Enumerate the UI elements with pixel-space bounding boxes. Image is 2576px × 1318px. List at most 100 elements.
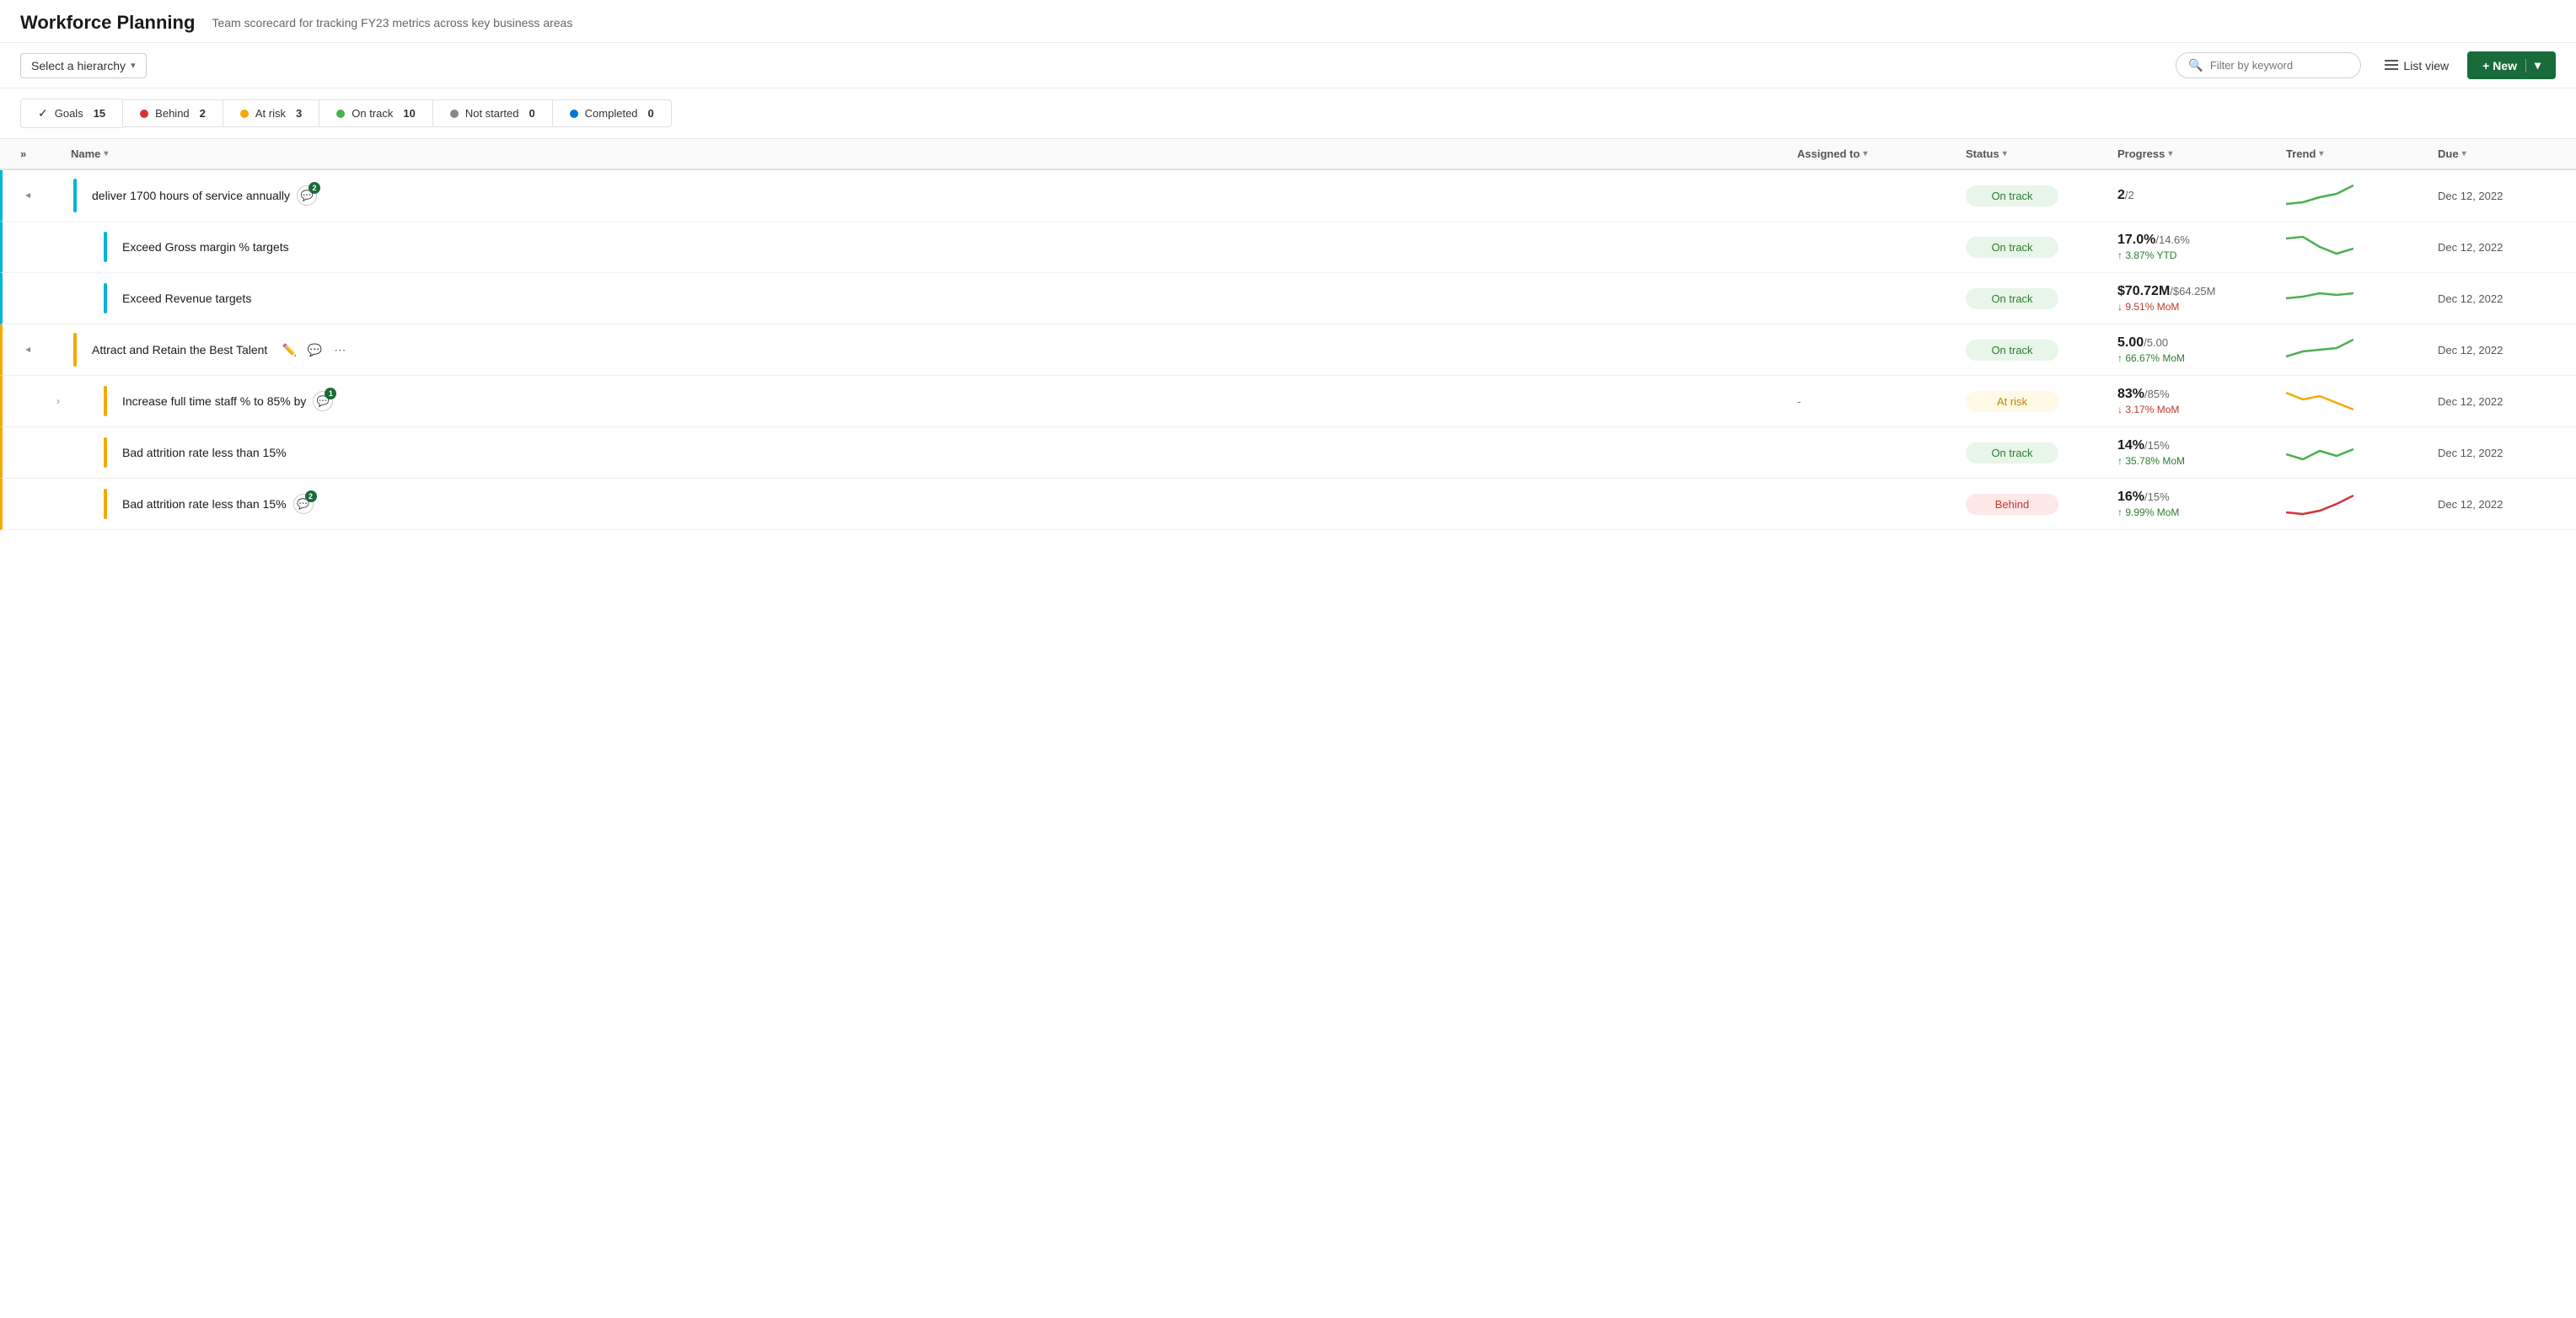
search-input[interactable]: [2210, 59, 2345, 72]
trend-sparkline: [2286, 333, 2353, 367]
progress-cell: 5.00/5.00 ↑ 66.67% MoM: [2117, 335, 2286, 364]
progress-cell: 16%/15% ↑ 9.99% MoM: [2117, 490, 2286, 518]
th-due[interactable]: Due ▾: [2438, 147, 2556, 160]
status-not-started[interactable]: Not started 0: [432, 99, 552, 127]
progress-target: /$64.25M: [2170, 285, 2215, 297]
list-view-label: List view: [2403, 59, 2449, 72]
due-date: Dec 12, 2022: [2438, 344, 2556, 356]
edit-icon[interactable]: ✏️: [279, 340, 299, 360]
th-trend[interactable]: Trend ▾: [2286, 147, 2438, 160]
not-started-count: 0: [529, 107, 534, 120]
th-name[interactable]: Name ▾: [71, 147, 1797, 160]
expand-all-icon[interactable]: »: [20, 147, 26, 160]
goals-count: 15: [94, 107, 105, 120]
more-options-icon[interactable]: ⋯: [330, 340, 350, 360]
status-bar: ✓ Goals 15 Behind 2 At risk 3 On track 1…: [0, 88, 2576, 139]
th-assigned-sort-icon: ▾: [1863, 149, 1867, 158]
progress-value: 14%/15%: [2117, 438, 2286, 453]
progress-value: 17.0%/14.6%: [2117, 233, 2286, 248]
comment-badge: 💬 1: [313, 391, 333, 411]
th-due-sort-icon: ▾: [2462, 149, 2466, 158]
table-row: ▾ Attract and Retain the Best Talent ✏️ …: [0, 324, 2576, 376]
color-bar: [104, 232, 107, 262]
goal-name: Bad attrition rate less than 15%: [122, 445, 287, 460]
completed-label: Completed: [585, 107, 638, 120]
table-container: » Name ▾ Assigned to ▾ Status ▾ Progress…: [0, 139, 2576, 530]
due-date: Dec 12, 2022: [2438, 498, 2556, 511]
progress-value: $70.72M/$64.25M: [2117, 284, 2286, 299]
status-cell: On track: [1966, 288, 2117, 309]
th-trend-sort-icon: ▾: [2319, 149, 2323, 158]
goal-name: Increase full time staff % to 85% by: [122, 394, 306, 409]
due-date: Dec 12, 2022: [2438, 447, 2556, 459]
due-date: Dec 12, 2022: [2438, 292, 2556, 305]
progress-sub: ↑ 3.87% YTD: [2117, 249, 2286, 261]
comment-count: 2: [309, 182, 320, 194]
assigned-to-cell: -: [1797, 394, 1966, 408]
status-at-risk[interactable]: At risk 3: [223, 99, 319, 127]
comment-count: 1: [325, 388, 336, 399]
th-name-label: Name: [71, 147, 100, 160]
on-track-dot: [336, 110, 345, 118]
expand-icon[interactable]: ▾: [21, 190, 36, 201]
trend-sparkline: [2286, 179, 2353, 212]
goals-label: Goals: [55, 107, 83, 120]
th-progress-label: Progress: [2117, 147, 2165, 160]
progress-value: 16%/15%: [2117, 490, 2286, 505]
name-column: Attract and Retain the Best Talent: [92, 342, 267, 357]
trend-cell: [2286, 487, 2438, 521]
list-view-button[interactable]: List view: [2375, 54, 2459, 78]
progress-target: /15%: [2144, 490, 2170, 503]
row-name-cell: deliver 1700 hours of service annually 💬…: [73, 179, 1797, 212]
progress-target: /2: [2125, 189, 2134, 201]
trend-cell: [2286, 333, 2438, 367]
color-bar: [104, 489, 107, 519]
th-progress[interactable]: Progress ▾: [2117, 147, 2286, 160]
trend-sparkline: [2286, 487, 2353, 521]
status-badge: On track: [1966, 237, 2058, 258]
trend-sparkline: [2286, 384, 2353, 418]
status-badge: On track: [1966, 288, 2058, 309]
progress-value: 5.00/5.00: [2117, 335, 2286, 351]
row-expand-cell: ▾: [23, 342, 73, 357]
new-button[interactable]: + New ▾: [2467, 51, 2556, 79]
color-bar: [73, 179, 77, 212]
status-badge: On track: [1966, 442, 2058, 463]
status-goals[interactable]: ✓ Goals 15: [20, 99, 122, 128]
status-cell: Behind: [1966, 494, 2117, 515]
expand-icon[interactable]: ›: [53, 394, 63, 409]
th-assigned-to[interactable]: Assigned to ▾: [1797, 147, 1966, 160]
status-cell: On track: [1966, 442, 2117, 463]
at-risk-label: At risk: [255, 107, 286, 120]
behind-count: 2: [200, 107, 206, 120]
status-badge: On track: [1966, 185, 2058, 206]
status-cell: At risk: [1966, 391, 2117, 412]
table-header: » Name ▾ Assigned to ▾ Status ▾ Progress…: [0, 139, 2576, 170]
progress-cell: $70.72M/$64.25M ↓ 9.51% MoM: [2117, 284, 2286, 313]
on-track-count: 10: [403, 107, 415, 120]
expand-icon[interactable]: ▾: [21, 344, 36, 356]
trend-sparkline: [2286, 281, 2353, 315]
progress-target: /5.00: [2144, 336, 2168, 349]
status-completed[interactable]: Completed 0: [552, 99, 672, 127]
name-column: deliver 1700 hours of service annually: [92, 188, 290, 203]
at-risk-count: 3: [296, 107, 302, 120]
row-expand-cell: ▾: [23, 188, 73, 203]
trend-cell: [2286, 384, 2438, 418]
page-subtitle: Team scorecard for tracking FY23 metrics…: [212, 16, 2556, 29]
progress-cell: 2/2: [2117, 188, 2286, 203]
app-container: Workforce Planning Team scorecard for tr…: [0, 0, 2576, 1318]
status-behind[interactable]: Behind 2: [122, 99, 223, 127]
status-on-track[interactable]: On track 10: [319, 99, 432, 127]
table-row: Bad attrition rate less than 15% 💬 2 Beh…: [0, 479, 2576, 530]
at-risk-dot: [240, 110, 249, 118]
page-title: Workforce Planning: [20, 12, 195, 34]
comment-action-icon[interactable]: 💬: [304, 340, 325, 360]
status-cell: On track: [1966, 340, 2117, 361]
color-bar: [104, 386, 107, 416]
th-status-label: Status: [1966, 147, 1999, 160]
hierarchy-select[interactable]: Select a hierarchy ▾: [20, 53, 147, 78]
progress-cell: 17.0%/14.6% ↑ 3.87% YTD: [2117, 233, 2286, 261]
th-status[interactable]: Status ▾: [1966, 147, 2117, 160]
table-row: › Increase full time staff % to 85% by 💬…: [0, 376, 2576, 427]
